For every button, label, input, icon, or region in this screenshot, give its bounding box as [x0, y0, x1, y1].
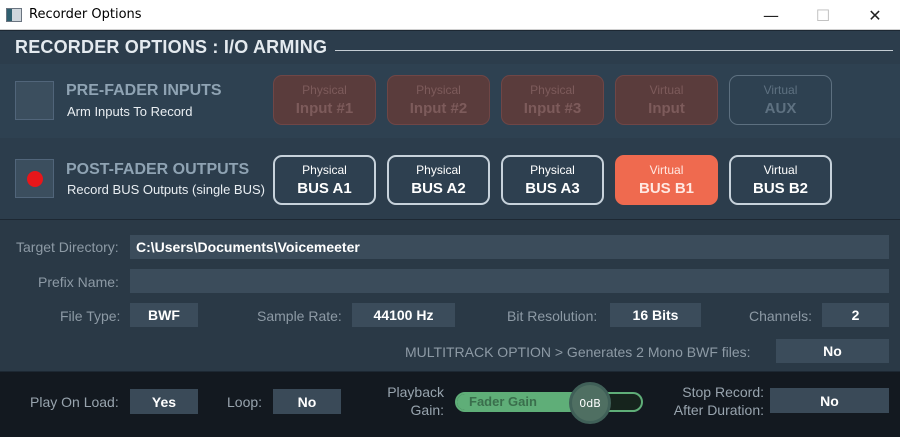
- button-name-label: BUS A3: [525, 180, 580, 197]
- button-type-label: Physical: [530, 83, 575, 97]
- button-name-label: BUS A1: [297, 180, 352, 197]
- prefix-name-field[interactable]: [130, 269, 889, 293]
- fader-label: Fader Gain: [469, 394, 537, 409]
- pre-fader-subtitle: Arm Inputs To Record: [67, 104, 193, 119]
- pre-input-1-button[interactable]: Physical Input #1: [273, 75, 376, 125]
- section-header: RECORDER OPTIONS : I/O ARMING: [15, 37, 893, 58]
- prefix-name-label: Prefix Name:: [38, 274, 119, 290]
- button-type-label: Virtual: [763, 163, 798, 177]
- target-directory-label: Target Directory:: [16, 239, 119, 255]
- app-icon: [6, 7, 22, 22]
- stop-record-label-line2: After Duration:: [673, 402, 764, 418]
- button-name-label: BUS A2: [411, 180, 466, 197]
- stop-record-label: Stop Record: After Duration:: [664, 383, 764, 419]
- maximize-button[interactable]: ☐: [800, 0, 846, 30]
- button-type-label: Physical: [416, 83, 461, 97]
- post-fader-subtitle: Record BUS Outputs (single BUS): [67, 182, 265, 197]
- button-name-label: BUS B1: [638, 180, 694, 197]
- header-divider: [335, 50, 893, 51]
- pre-virtual-aux-button[interactable]: Virtual AUX: [729, 75, 832, 125]
- pre-virtual-input-button[interactable]: Virtual Input: [615, 75, 718, 125]
- channels-label: Channels:: [749, 308, 813, 324]
- post-fader-title: POST-FADER OUTPUTS: [66, 161, 250, 178]
- loop-label: Loop:: [227, 394, 263, 410]
- button-name-label: Input: [648, 100, 685, 117]
- playback-gain-label-line2: Gain:: [410, 402, 444, 418]
- file-type-field[interactable]: BWF: [130, 303, 198, 327]
- button-name-label: Input #2: [409, 100, 468, 117]
- file-type-label: File Type:: [60, 308, 121, 324]
- page-title: RECORDER OPTIONS : I/O ARMING: [15, 37, 328, 57]
- stop-record-duration-field[interactable]: No: [770, 388, 889, 413]
- bit-resolution-label: Bit Resolution:: [507, 308, 598, 324]
- button-name-label: BUS B2: [752, 180, 808, 197]
- sample-rate-field[interactable]: 44100 Hz: [352, 303, 455, 327]
- button-name-label: Input #1: [295, 100, 354, 117]
- loop-toggle[interactable]: No: [273, 389, 341, 414]
- bus-a3-button[interactable]: Physical BUS A3: [501, 155, 604, 205]
- pre-input-3-button[interactable]: Physical Input #3: [501, 75, 604, 125]
- button-type-label: Physical: [530, 163, 575, 177]
- button-type-label: Physical: [416, 163, 461, 177]
- button-type-label: Virtual: [763, 83, 798, 97]
- button-name-label: Input #3: [523, 100, 582, 117]
- pre-fader-arm-checkbox[interactable]: [15, 81, 54, 120]
- button-type-label: Physical: [302, 83, 347, 97]
- close-button[interactable]: ✕: [852, 0, 898, 30]
- playback-gain-label-line1: Playback: [387, 384, 444, 400]
- window-title: Recorder Options: [29, 7, 142, 22]
- multitrack-option-label: MULTITRACK OPTION > Generates 2 Mono BWF…: [405, 344, 751, 360]
- target-directory-field[interactable]: C:\Users\Documents\Voicemeeter: [130, 235, 889, 259]
- pre-input-2-button[interactable]: Physical Input #2: [387, 75, 490, 125]
- multitrack-option-field[interactable]: No: [776, 339, 889, 363]
- button-type-label: Virtual: [649, 163, 684, 177]
- button-type-label: Physical: [302, 163, 347, 177]
- post-fader-arm-checkbox[interactable]: [15, 159, 54, 198]
- bus-a2-button[interactable]: Physical BUS A2: [387, 155, 490, 205]
- bus-a1-button[interactable]: Physical BUS A1: [273, 155, 376, 205]
- bus-b2-button[interactable]: Virtual BUS B2: [729, 155, 832, 205]
- channels-field[interactable]: 2: [822, 303, 889, 327]
- minimize-button[interactable]: —: [748, 0, 794, 30]
- play-on-load-label: Play On Load:: [30, 394, 119, 410]
- fader-knob[interactable]: 0dB: [569, 382, 611, 424]
- stop-record-label-line1: Stop Record:: [682, 384, 764, 400]
- play-on-load-toggle[interactable]: Yes: [130, 389, 198, 414]
- bit-resolution-field[interactable]: 16 Bits: [610, 303, 701, 327]
- playback-gain-label: Playback Gain:: [380, 383, 444, 419]
- armed-indicator-icon: [26, 170, 43, 187]
- bus-b1-button[interactable]: Virtual BUS B1: [615, 155, 718, 205]
- button-type-label: Virtual: [649, 83, 684, 97]
- sample-rate-label: Sample Rate:: [257, 308, 342, 324]
- pre-fader-title: PRE-FADER INPUTS: [66, 82, 222, 99]
- playback-gain-fader[interactable]: Fader Gain: [455, 392, 643, 412]
- button-name-label: AUX: [764, 100, 797, 117]
